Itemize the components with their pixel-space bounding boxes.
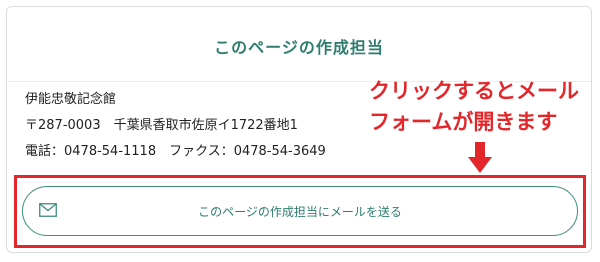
send-mail-button[interactable]: このページの作成担当にメールを送る — [22, 186, 578, 236]
card-title: このページの作成担当 — [214, 38, 384, 57]
contact-address: 〒287-0003 千葉県香取市佐原イ1722番地1 — [25, 118, 298, 133]
down-arrow-icon — [468, 142, 492, 173]
contact-phone-fax: 電話：0478-54-1118 ファクス：0478-54-3649 — [25, 144, 326, 159]
annotation-line-2: フォームが開きます — [369, 110, 558, 134]
mail-icon — [39, 203, 57, 217]
contact-info: 伊能忠敬記念館 〒287-0003 千葉県香取市佐原イ1722番地1 電話：04… — [25, 87, 326, 165]
card-header: このページの作成担当 — [7, 7, 591, 82]
send-mail-label: このページの作成担当にメールを送る — [198, 204, 402, 219]
annotation-line-1: クリックするとメール — [369, 79, 579, 103]
contact-name: 伊能忠敬記念館 — [25, 92, 117, 107]
annotation-note: クリックするとメール フォームが開きます — [369, 76, 579, 138]
